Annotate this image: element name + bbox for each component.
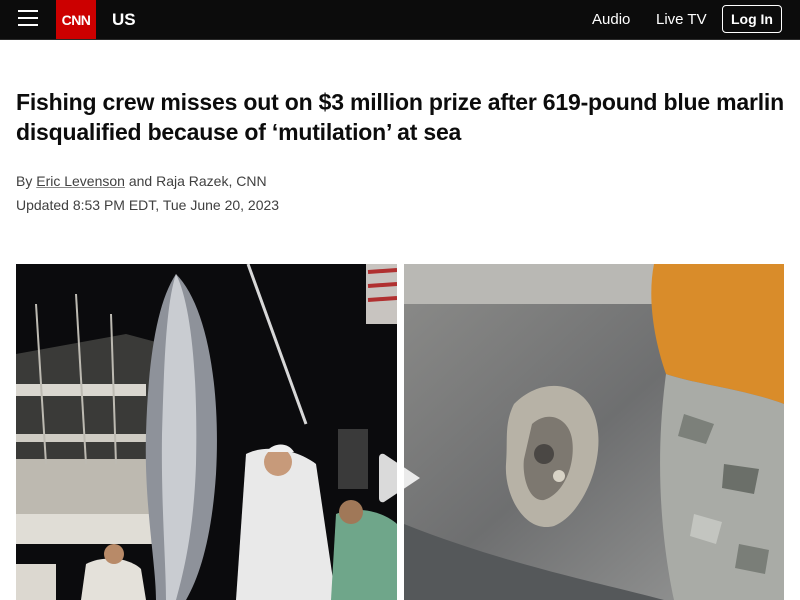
cnn-logo[interactable]: CNN <box>56 0 96 39</box>
article-headline: Fishing crew misses out on $3 million pr… <box>16 89 784 145</box>
video-frame-marlin-weigh-in <box>16 264 397 600</box>
byline-suffix: , CNN <box>228 173 267 189</box>
top-navigation-bar: CNN US Audio Live TV Log In <box>0 0 800 40</box>
cnn-logo-text: CNN <box>61 11 91 28</box>
video-player[interactable] <box>16 264 784 600</box>
login-button[interactable]: Log In <box>722 5 782 33</box>
section-link-us[interactable]: US <box>112 10 136 30</box>
play-icon[interactable] <box>378 450 424 506</box>
frame-divider <box>397 264 404 600</box>
nav-link-live-tv[interactable]: Live TV <box>656 11 707 28</box>
nav-link-audio[interactable]: Audio <box>592 11 630 28</box>
byline-joiner: and <box>128 173 153 189</box>
article-byline: By Eric Levenson and Raja Razek, CNN <box>16 173 267 189</box>
byline-prefix: By <box>16 173 33 189</box>
author-raja-razek: Raja Razek <box>156 173 229 189</box>
article-timestamp: Updated 8:53 PM EDT, Tue June 20, 2023 <box>16 197 280 213</box>
hamburger-menu-icon[interactable] <box>18 10 38 28</box>
author-link-eric-levenson[interactable]: Eric Levenson <box>36 173 125 189</box>
video-frame-fish-damage-closeup <box>404 264 784 600</box>
